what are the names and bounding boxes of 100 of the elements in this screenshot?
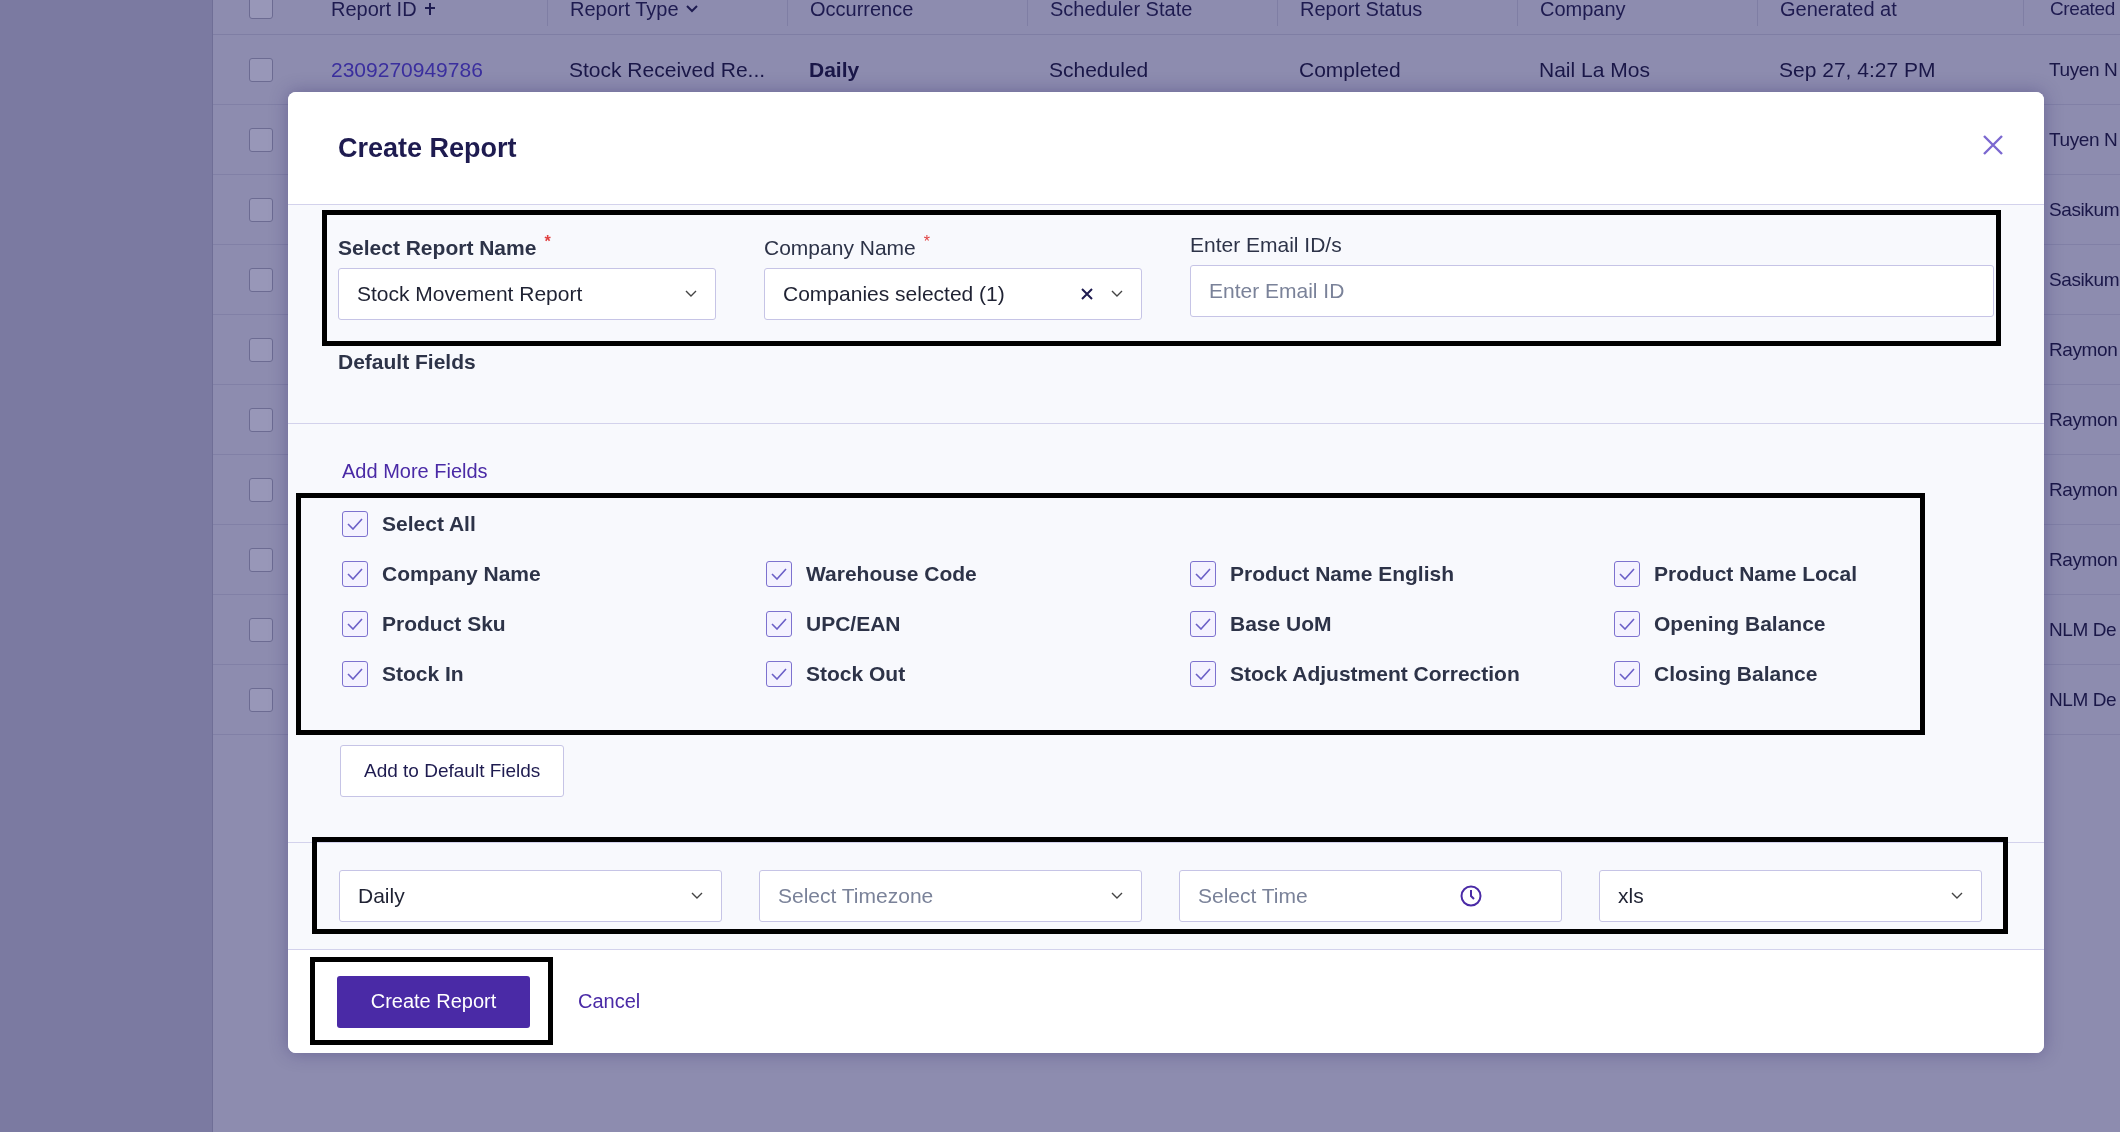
table-cell: Raymon xyxy=(2049,408,2118,430)
field-label: Enter Email ID/s xyxy=(1190,233,1343,257)
section-heading: Default Fields xyxy=(338,350,476,374)
checkbox-label: Closing Balance xyxy=(1654,662,1818,686)
check-icon xyxy=(771,618,787,630)
checkbox-label: Stock In xyxy=(382,662,464,686)
chevron-down-icon xyxy=(1111,892,1123,900)
check-icon xyxy=(1195,568,1211,580)
row-checkbox[interactable] xyxy=(249,407,273,432)
table-cell: Nail La Mos xyxy=(1539,57,1650,81)
check-icon xyxy=(347,518,363,530)
dropdown-field[interactable]: Companies selected (1) xyxy=(764,268,1142,320)
row-checkbox[interactable] xyxy=(249,267,273,292)
column-header[interactable]: Occurrence xyxy=(810,0,914,21)
checkbox-label: Opening Balance xyxy=(1654,612,1826,636)
checkbox[interactable] xyxy=(1190,661,1216,687)
table-cell: Raymon xyxy=(2049,478,2118,500)
clock-icon xyxy=(1459,884,1483,908)
column-header[interactable]: Report ID xyxy=(331,0,417,21)
add-more-fields-link[interactable]: Add More Fields xyxy=(342,460,488,483)
checkbox[interactable] xyxy=(766,611,792,637)
chevron-down-icon xyxy=(691,892,703,900)
create-report-button[interactable]: Create Report xyxy=(337,975,530,1028)
checkbox[interactable] xyxy=(342,561,368,587)
row-checkbox[interactable] xyxy=(249,687,273,712)
checkbox[interactable] xyxy=(1614,561,1640,587)
checkbox-label: Product Name English xyxy=(1230,562,1455,586)
email-field[interactable]: Enter Email ID xyxy=(1190,265,1994,317)
column-header[interactable]: Report Status xyxy=(1300,0,1423,21)
dropdown-field[interactable]: Daily xyxy=(339,870,722,922)
field-label: Select Report Name $^{*}$ xyxy=(338,233,552,260)
column-header[interactable]: Report Type xyxy=(570,0,679,21)
row-checkbox[interactable] xyxy=(249,197,273,222)
clear-icon[interactable] xyxy=(1081,288,1093,300)
table-cell: NLM De xyxy=(2049,618,2117,640)
chevron-down-icon xyxy=(685,290,697,298)
sort-icon[interactable] xyxy=(422,2,437,16)
checkbox-label: Select All xyxy=(382,512,476,536)
checkbox-label: Product Name Local xyxy=(1654,562,1858,586)
table-cell: Raymon xyxy=(2049,338,2118,360)
check-icon xyxy=(347,618,363,630)
select-all-checkbox[interactable] xyxy=(249,0,273,19)
table-cell: Tuyen N xyxy=(2049,128,2118,150)
table-cell: Sep 27, 4:27 PM xyxy=(1779,57,1936,81)
column-header[interactable]: Company xyxy=(1540,0,1626,21)
check-icon xyxy=(347,668,363,680)
table-cell: NLM De xyxy=(2049,688,2117,710)
checkbox[interactable] xyxy=(1190,561,1216,587)
time-field[interactable]: Select Time xyxy=(1179,870,1562,922)
check-icon xyxy=(1195,618,1211,630)
checkbox-label: Product Sku xyxy=(382,612,506,636)
check-icon xyxy=(1619,618,1635,630)
table-cell: Completed xyxy=(1299,57,1401,81)
checkbox[interactable] xyxy=(342,511,368,537)
table-cell: Stock Received Re... xyxy=(569,57,766,81)
checkbox-label: Stock Out xyxy=(806,662,906,686)
row-checkbox[interactable] xyxy=(249,337,273,362)
report-id-link[interactable]: 2309270949786 xyxy=(331,57,483,81)
checkbox-label: Stock Adjustment Correction xyxy=(1230,662,1520,686)
checkbox[interactable] xyxy=(1614,661,1640,687)
row-checkbox[interactable] xyxy=(249,57,273,82)
close-icon[interactable] xyxy=(1982,134,2004,156)
chevron-down-icon xyxy=(1111,290,1123,298)
row-checkbox[interactable] xyxy=(249,477,273,502)
column-header[interactable]: Scheduler State xyxy=(1050,0,1193,21)
table-cell: Raymon xyxy=(2049,548,2118,570)
column-header[interactable]: Generated at xyxy=(1780,0,1897,21)
table-cell: Sasikum xyxy=(2049,198,2120,220)
check-icon xyxy=(771,668,787,680)
cancel-link[interactable]: Cancel xyxy=(578,990,641,1013)
checkbox-label: Company Name xyxy=(382,562,541,586)
table-cell: Daily xyxy=(809,57,860,81)
row-checkbox[interactable] xyxy=(249,617,273,642)
checkbox[interactable] xyxy=(1190,611,1216,637)
dialog-title: Create Report xyxy=(338,132,517,164)
checkbox[interactable] xyxy=(766,661,792,687)
add-to-default-fields-button[interactable]: Add to Default Fields xyxy=(340,745,565,797)
dropdown-field[interactable]: Stock Movement Report xyxy=(338,268,716,320)
dropdown-field[interactable]: Select Timezone xyxy=(759,870,1142,922)
check-icon xyxy=(1619,668,1635,680)
check-icon xyxy=(771,568,787,580)
field-label: Company Name $^{*}$ xyxy=(764,233,931,260)
checkbox[interactable] xyxy=(342,661,368,687)
dropdown-field[interactable]: xls xyxy=(1599,870,1982,922)
chevron-down-icon xyxy=(1951,892,1963,900)
check-icon xyxy=(1619,568,1635,580)
row-checkbox[interactable] xyxy=(249,127,273,152)
checkbox-label: UPC/EAN xyxy=(806,612,901,636)
row-checkbox[interactable] xyxy=(249,547,273,572)
table-cell: Tuyen N xyxy=(2049,58,2118,80)
checkbox[interactable] xyxy=(342,611,368,637)
table-cell: Scheduled xyxy=(1049,57,1149,81)
column-header[interactable]: Created xyxy=(2050,0,2115,20)
check-icon xyxy=(1195,668,1211,680)
checkbox-label: Base UoM xyxy=(1230,612,1332,636)
check-icon xyxy=(347,568,363,580)
table-cell: Sasikum xyxy=(2049,268,2120,290)
checkbox[interactable] xyxy=(766,561,792,587)
checkbox-label: Warehouse Code xyxy=(806,562,977,586)
checkbox[interactable] xyxy=(1614,611,1640,637)
